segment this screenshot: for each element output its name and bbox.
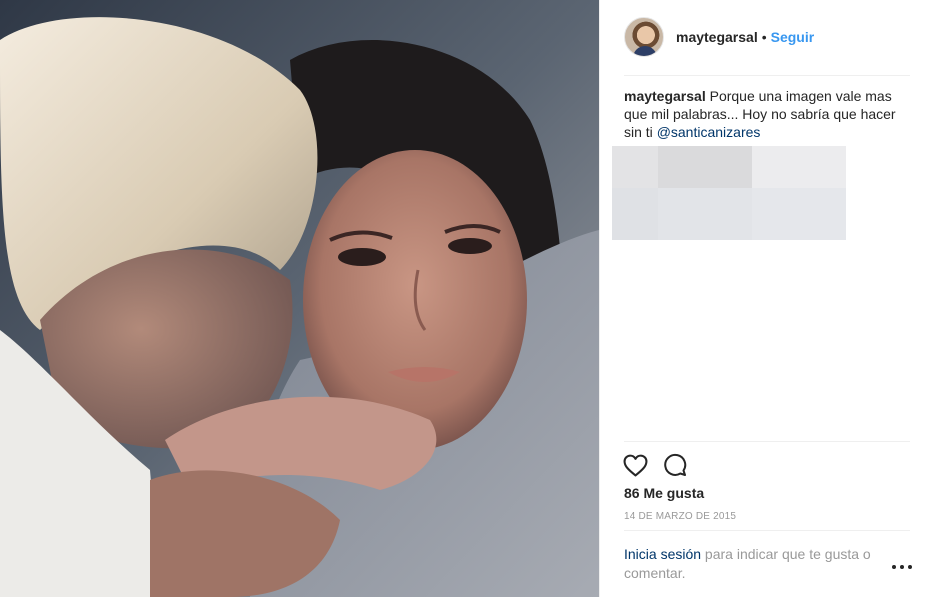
placeholder-block bbox=[752, 146, 846, 188]
placeholder-block bbox=[658, 188, 752, 240]
heart-icon bbox=[623, 454, 647, 476]
post-header: maytegarsal • Seguir bbox=[624, 16, 910, 58]
author-avatar[interactable] bbox=[624, 17, 664, 57]
placeholder-block bbox=[612, 188, 658, 240]
placeholder-block bbox=[752, 188, 846, 240]
placeholder-block bbox=[658, 146, 752, 188]
divider bbox=[624, 441, 910, 442]
dot bbox=[892, 565, 896, 569]
post-date[interactable]: 14 DE MARZO DE 2015 bbox=[624, 511, 736, 522]
comment-button[interactable] bbox=[662, 452, 688, 478]
post-side-panel: maytegarsal • Seguir maytegarsal Porque … bbox=[599, 0, 933, 597]
divider bbox=[624, 530, 910, 531]
post-actions bbox=[622, 452, 702, 478]
dot bbox=[900, 565, 904, 569]
likes-count[interactable]: 86 Me gusta bbox=[624, 485, 704, 501]
follow-button[interactable]: Seguir bbox=[771, 29, 815, 45]
header-separator: • bbox=[761, 29, 767, 45]
login-link[interactable]: Inicia sesión bbox=[624, 546, 701, 562]
dot bbox=[908, 565, 912, 569]
post-photo-image bbox=[0, 0, 599, 597]
author-username[interactable]: maytegarsal bbox=[676, 29, 758, 45]
post-photo[interactable] bbox=[0, 0, 599, 597]
placeholder-block bbox=[612, 146, 658, 188]
login-prompt: Inicia sesión para indicar que te gusta … bbox=[624, 545, 894, 583]
like-button[interactable] bbox=[622, 452, 648, 478]
caption-username[interactable]: maytegarsal bbox=[624, 88, 706, 104]
more-options-icon[interactable] bbox=[892, 560, 912, 574]
divider bbox=[624, 75, 910, 76]
comments-loading-placeholder bbox=[612, 146, 846, 240]
comment-icon bbox=[664, 453, 687, 476]
post-caption: maytegarsal Porque una imagen vale mas q… bbox=[624, 87, 914, 141]
caption-mention-link[interactable]: @santicanizares bbox=[657, 124, 761, 140]
